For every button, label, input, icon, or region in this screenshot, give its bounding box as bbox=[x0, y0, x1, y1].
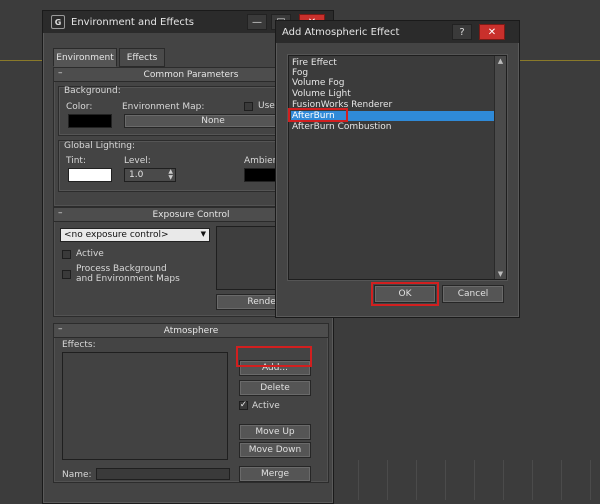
move-up-button[interactable]: Move Up bbox=[239, 424, 311, 440]
global-lighting-label: Global Lighting: bbox=[64, 141, 135, 151]
effects-label: Effects: bbox=[62, 340, 96, 350]
dialog-titlebar[interactable]: Add Atmospheric Effect ? ✕ bbox=[276, 21, 519, 43]
name-label: Name: bbox=[62, 470, 92, 480]
list-scrollbar[interactable]: ▲ ▼ bbox=[494, 56, 506, 279]
common-parameters-title: Common Parameters bbox=[143, 69, 239, 80]
list-item[interactable]: Fire Effect bbox=[291, 58, 494, 68]
environment-map-label: Environment Map: bbox=[122, 102, 205, 112]
viewport-grid bbox=[330, 460, 600, 500]
exposure-control-dropdown[interactable]: <no exposure control> ▼ bbox=[60, 228, 210, 242]
list-item[interactable]: Volume Fog bbox=[291, 78, 494, 88]
list-item[interactable]: AfterBurn Combustion bbox=[291, 122, 494, 132]
atmosphere-rollout: – Atmosphere Effects: Add... Delete ✓ Ac… bbox=[53, 323, 329, 483]
effect-name-field[interactable] bbox=[96, 468, 230, 480]
spinner-arrows-icon[interactable]: ▲ ▼ bbox=[168, 169, 173, 181]
process-background-label-1: Process Background bbox=[76, 264, 167, 274]
collapse-icon: – bbox=[58, 324, 63, 334]
add-atmospheric-effect-dialog: Add Atmospheric Effect ? ✕ Fire Effect F… bbox=[275, 20, 520, 318]
list-item-selected[interactable]: AfterBurn bbox=[291, 111, 494, 121]
tint-color-swatch[interactable] bbox=[68, 168, 112, 182]
level-label: Level: bbox=[124, 156, 151, 166]
scroll-down-icon[interactable]: ▼ bbox=[495, 269, 506, 279]
ok-button[interactable]: OK bbox=[374, 285, 436, 303]
merge-button[interactable]: Merge bbox=[239, 466, 311, 482]
process-background-label-2: and Environment Maps bbox=[76, 274, 180, 284]
atmosphere-active-checkbox[interactable]: ✓ bbox=[239, 401, 248, 410]
atmosphere-header[interactable]: – Atmosphere bbox=[54, 324, 328, 338]
exposure-dropdown-value: <no exposure control> bbox=[64, 230, 169, 240]
scroll-up-icon[interactable]: ▲ bbox=[495, 56, 506, 66]
tint-label: Tint: bbox=[66, 156, 86, 166]
effect-type-list[interactable]: Fire Effect Fog Volume Fog Volume Light … bbox=[288, 55, 507, 280]
dialog-close-button[interactable]: ✕ bbox=[479, 24, 505, 40]
level-spinner[interactable]: 1.0 ▲ ▼ bbox=[124, 168, 176, 182]
exposure-control-title: Exposure Control bbox=[152, 209, 230, 220]
atmosphere-title: Atmosphere bbox=[163, 325, 219, 336]
level-value: 1.0 bbox=[129, 170, 144, 180]
color-label: Color: bbox=[66, 102, 93, 112]
collapse-icon: – bbox=[58, 208, 63, 218]
list-item[interactable]: Fog bbox=[291, 68, 494, 78]
move-down-button[interactable]: Move Down bbox=[239, 442, 311, 458]
exposure-active-label: Active bbox=[76, 249, 104, 259]
tab-effects[interactable]: Effects bbox=[119, 48, 165, 67]
delete-effect-button[interactable]: Delete bbox=[239, 380, 311, 396]
add-effect-button[interactable]: Add... bbox=[239, 360, 311, 376]
dialog-title: Add Atmospheric Effect bbox=[282, 26, 400, 38]
list-item[interactable]: Volume Light bbox=[291, 89, 494, 99]
collapse-icon: – bbox=[58, 68, 63, 78]
list-item[interactable]: FusionWorks Renderer bbox=[291, 100, 494, 110]
effects-list[interactable] bbox=[62, 352, 228, 460]
env-window-title: Environment and Effects bbox=[71, 16, 195, 28]
background-label: Background: bbox=[64, 86, 121, 96]
tab-environment[interactable]: Environment bbox=[53, 48, 117, 67]
background-color-swatch[interactable] bbox=[68, 114, 112, 128]
help-button[interactable]: ? bbox=[452, 24, 472, 40]
app-icon: G bbox=[51, 15, 65, 29]
use-map-label: Use bbox=[258, 101, 275, 111]
cancel-button[interactable]: Cancel bbox=[442, 285, 504, 303]
use-map-checkbox[interactable] bbox=[244, 102, 253, 111]
chevron-down-icon: ▼ bbox=[200, 230, 206, 238]
minimize-button[interactable]: — bbox=[247, 14, 267, 30]
exposure-active-checkbox[interactable] bbox=[62, 250, 71, 259]
process-background-checkbox[interactable] bbox=[62, 270, 71, 279]
atmosphere-active-label: Active bbox=[252, 401, 280, 411]
